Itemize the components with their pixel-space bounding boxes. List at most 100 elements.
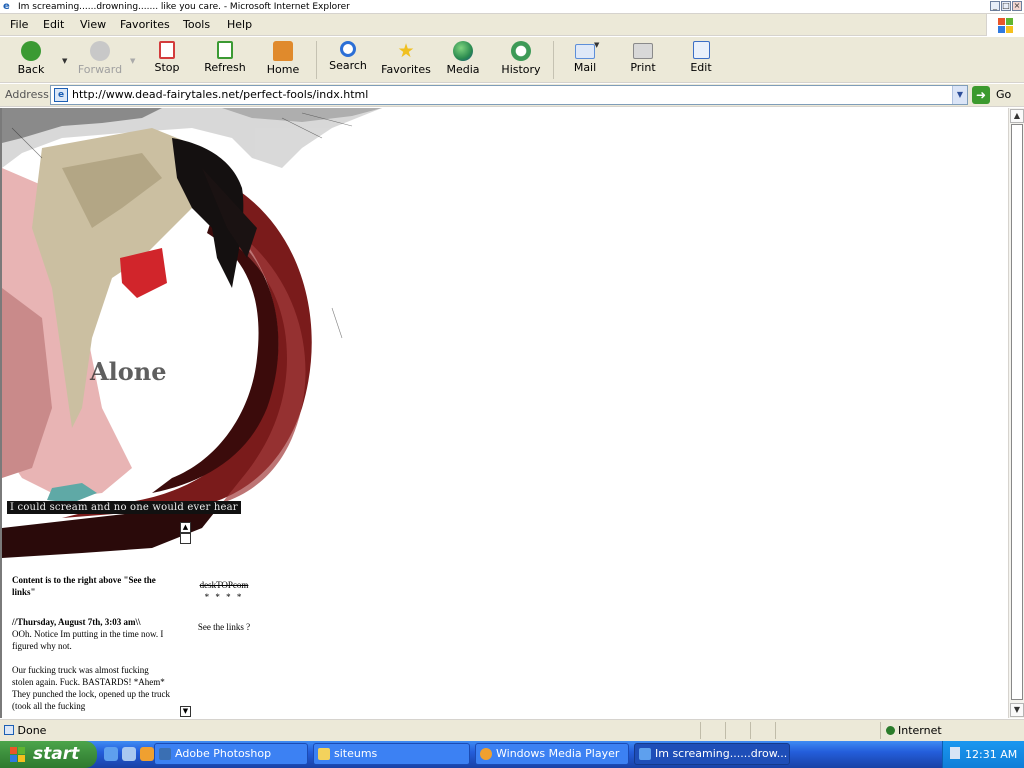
page-done-icon [4,725,14,735]
print-button[interactable]: Print [615,41,671,74]
toolbar-separator [316,41,317,79]
credit-link[interactable]: deskTOPcom [194,579,254,591]
close-button[interactable]: × [1012,1,1022,11]
stop-button[interactable]: Stop [139,41,195,74]
task-photoshop[interactable]: Adobe Photoshop [154,743,308,765]
address-field[interactable]: e http://www.dead-fairytales.net/perfect… [50,85,968,105]
edit-button[interactable]: Edit [673,41,729,74]
search-button[interactable]: Search [320,41,376,72]
artwork-caption: I could scream and no one would ever hea… [7,501,241,514]
start-button[interactable]: start [0,741,97,768]
address-url[interactable]: http://www.dead-fairytales.net/perfect-f… [72,88,368,101]
favorites-button[interactable]: ★ Favorites [378,41,434,76]
window-title: Im screaming......drowning....... like y… [18,2,350,12]
show-desktop-icon[interactable] [122,747,136,761]
alone-wordart: Alone [89,357,166,386]
menu-help[interactable]: Help [227,18,252,31]
star-icon: ★ [397,40,415,62]
history-icon [511,41,531,61]
taskbar: start Adobe Photoshop siteums Windows Me… [0,741,1024,768]
history-button[interactable]: History [493,41,549,76]
mail-button[interactable]: Mail [557,41,613,74]
status-divider [880,722,881,739]
mail-dropdown-icon[interactable]: ▼ [594,41,599,49]
back-arrow-icon [21,41,41,61]
home-icon [273,41,293,61]
media-player-icon [480,748,492,760]
maximize-button[interactable]: □ [1001,1,1011,11]
page-icon: e [54,88,68,102]
media-globe-icon [453,41,473,61]
address-dropdown-icon[interactable]: ▼ [952,86,967,104]
clock[interactable]: 12:31 AM [965,748,1017,761]
media-button[interactable]: Media [435,41,491,76]
task-siteums[interactable]: siteums [313,743,470,765]
see-links-link[interactable]: See the links ? [194,621,254,633]
entry-paragraph: OOh. Notice Im putting in the time now. … [12,629,164,651]
status-text: Done [4,724,46,737]
standard-toolbar: Back ▼ Forward ▼ Stop Refresh Home Searc… [0,37,1024,83]
forward-dropdown-icon[interactable]: ▼ [130,57,135,65]
minimize-button[interactable]: _ [990,1,1000,11]
menu-bar: File Edit View Favorites Tools Help [0,14,1024,36]
go-button[interactable]: ➜ Go [972,85,1020,105]
ie-logo-icon: e [3,1,10,12]
system-tray: 12:31 AM [942,741,1024,768]
quick-launch [104,747,154,761]
frame-scroll-down-icon[interactable]: ▼ [180,706,191,717]
status-divider [750,722,751,739]
address-label: Address [5,88,49,101]
menu-edit[interactable]: Edit [43,18,64,31]
toolbar-separator [553,41,554,79]
back-dropdown-icon[interactable]: ▼ [62,57,67,65]
stop-icon [159,41,175,59]
menu-view[interactable]: View [80,18,106,31]
separator-stars: * * * * [204,592,244,602]
links-frame: deskTOPcom * * * * See the links ? [194,579,254,633]
status-bar: Done Internet [0,719,1024,741]
scroll-up-icon[interactable]: ▲ [1010,109,1024,123]
folder-icon [318,748,330,760]
menu-file[interactable]: File [10,18,28,31]
blog-frame: Content is to the right above "See the l… [12,574,172,718]
task-internet-explorer[interactable]: Im screaming......drow... [634,743,790,765]
scroll-down-icon[interactable]: ▼ [1010,703,1024,717]
go-arrow-icon: ➜ [972,86,990,104]
security-zone: Internet [886,724,942,737]
media-player-quicklaunch-icon[interactable] [140,747,154,761]
refresh-button[interactable]: Refresh [197,41,253,74]
back-button[interactable]: Back [3,41,59,76]
title-bar: e Im screaming......drowning....... like… [0,0,1024,14]
forward-button[interactable]: Forward [72,41,128,76]
status-divider [725,722,726,739]
content-note: Content is to the right above "See the l… [12,575,156,597]
internet-zone-icon [886,726,895,735]
forward-arrow-icon [90,41,110,61]
address-bar: Address e http://www.dead-fairytales.net… [0,84,1024,107]
status-divider [775,722,776,739]
ie-quicklaunch-icon[interactable] [104,747,118,761]
frame-scroll-up-icon[interactable]: ▲ [180,522,191,533]
ie-icon [639,748,651,760]
edit-page-icon [692,41,710,59]
photoshop-icon [159,748,171,760]
printer-icon [633,43,653,59]
windows-flag-icon [10,747,26,763]
mail-icon [575,44,595,59]
status-divider [700,722,701,739]
frame-scroll-thumb[interactable] [180,533,191,544]
menu-tools[interactable]: Tools [183,18,210,31]
search-icon [340,41,356,57]
task-media-player[interactable]: Windows Media Player [475,743,629,765]
page-content: Alone I could scream and no one would ev… [0,108,1008,718]
windows-logo-icon [986,14,1024,36]
network-icon[interactable] [950,747,960,759]
menu-favorites[interactable]: Favorites [120,18,170,31]
page-scrollbar[interactable]: ▲ ▼ [1008,108,1024,718]
entry-paragraph: Our fucking truck was almost fucking sto… [12,665,170,711]
header-artwork: Alone [2,108,382,558]
scroll-thumb[interactable] [1011,124,1023,700]
home-button[interactable]: Home [255,41,311,76]
entry-date: //Thursday, August 7th, 3:03 am\\ [12,617,141,627]
window-controls: _ □ × [990,1,1022,11]
